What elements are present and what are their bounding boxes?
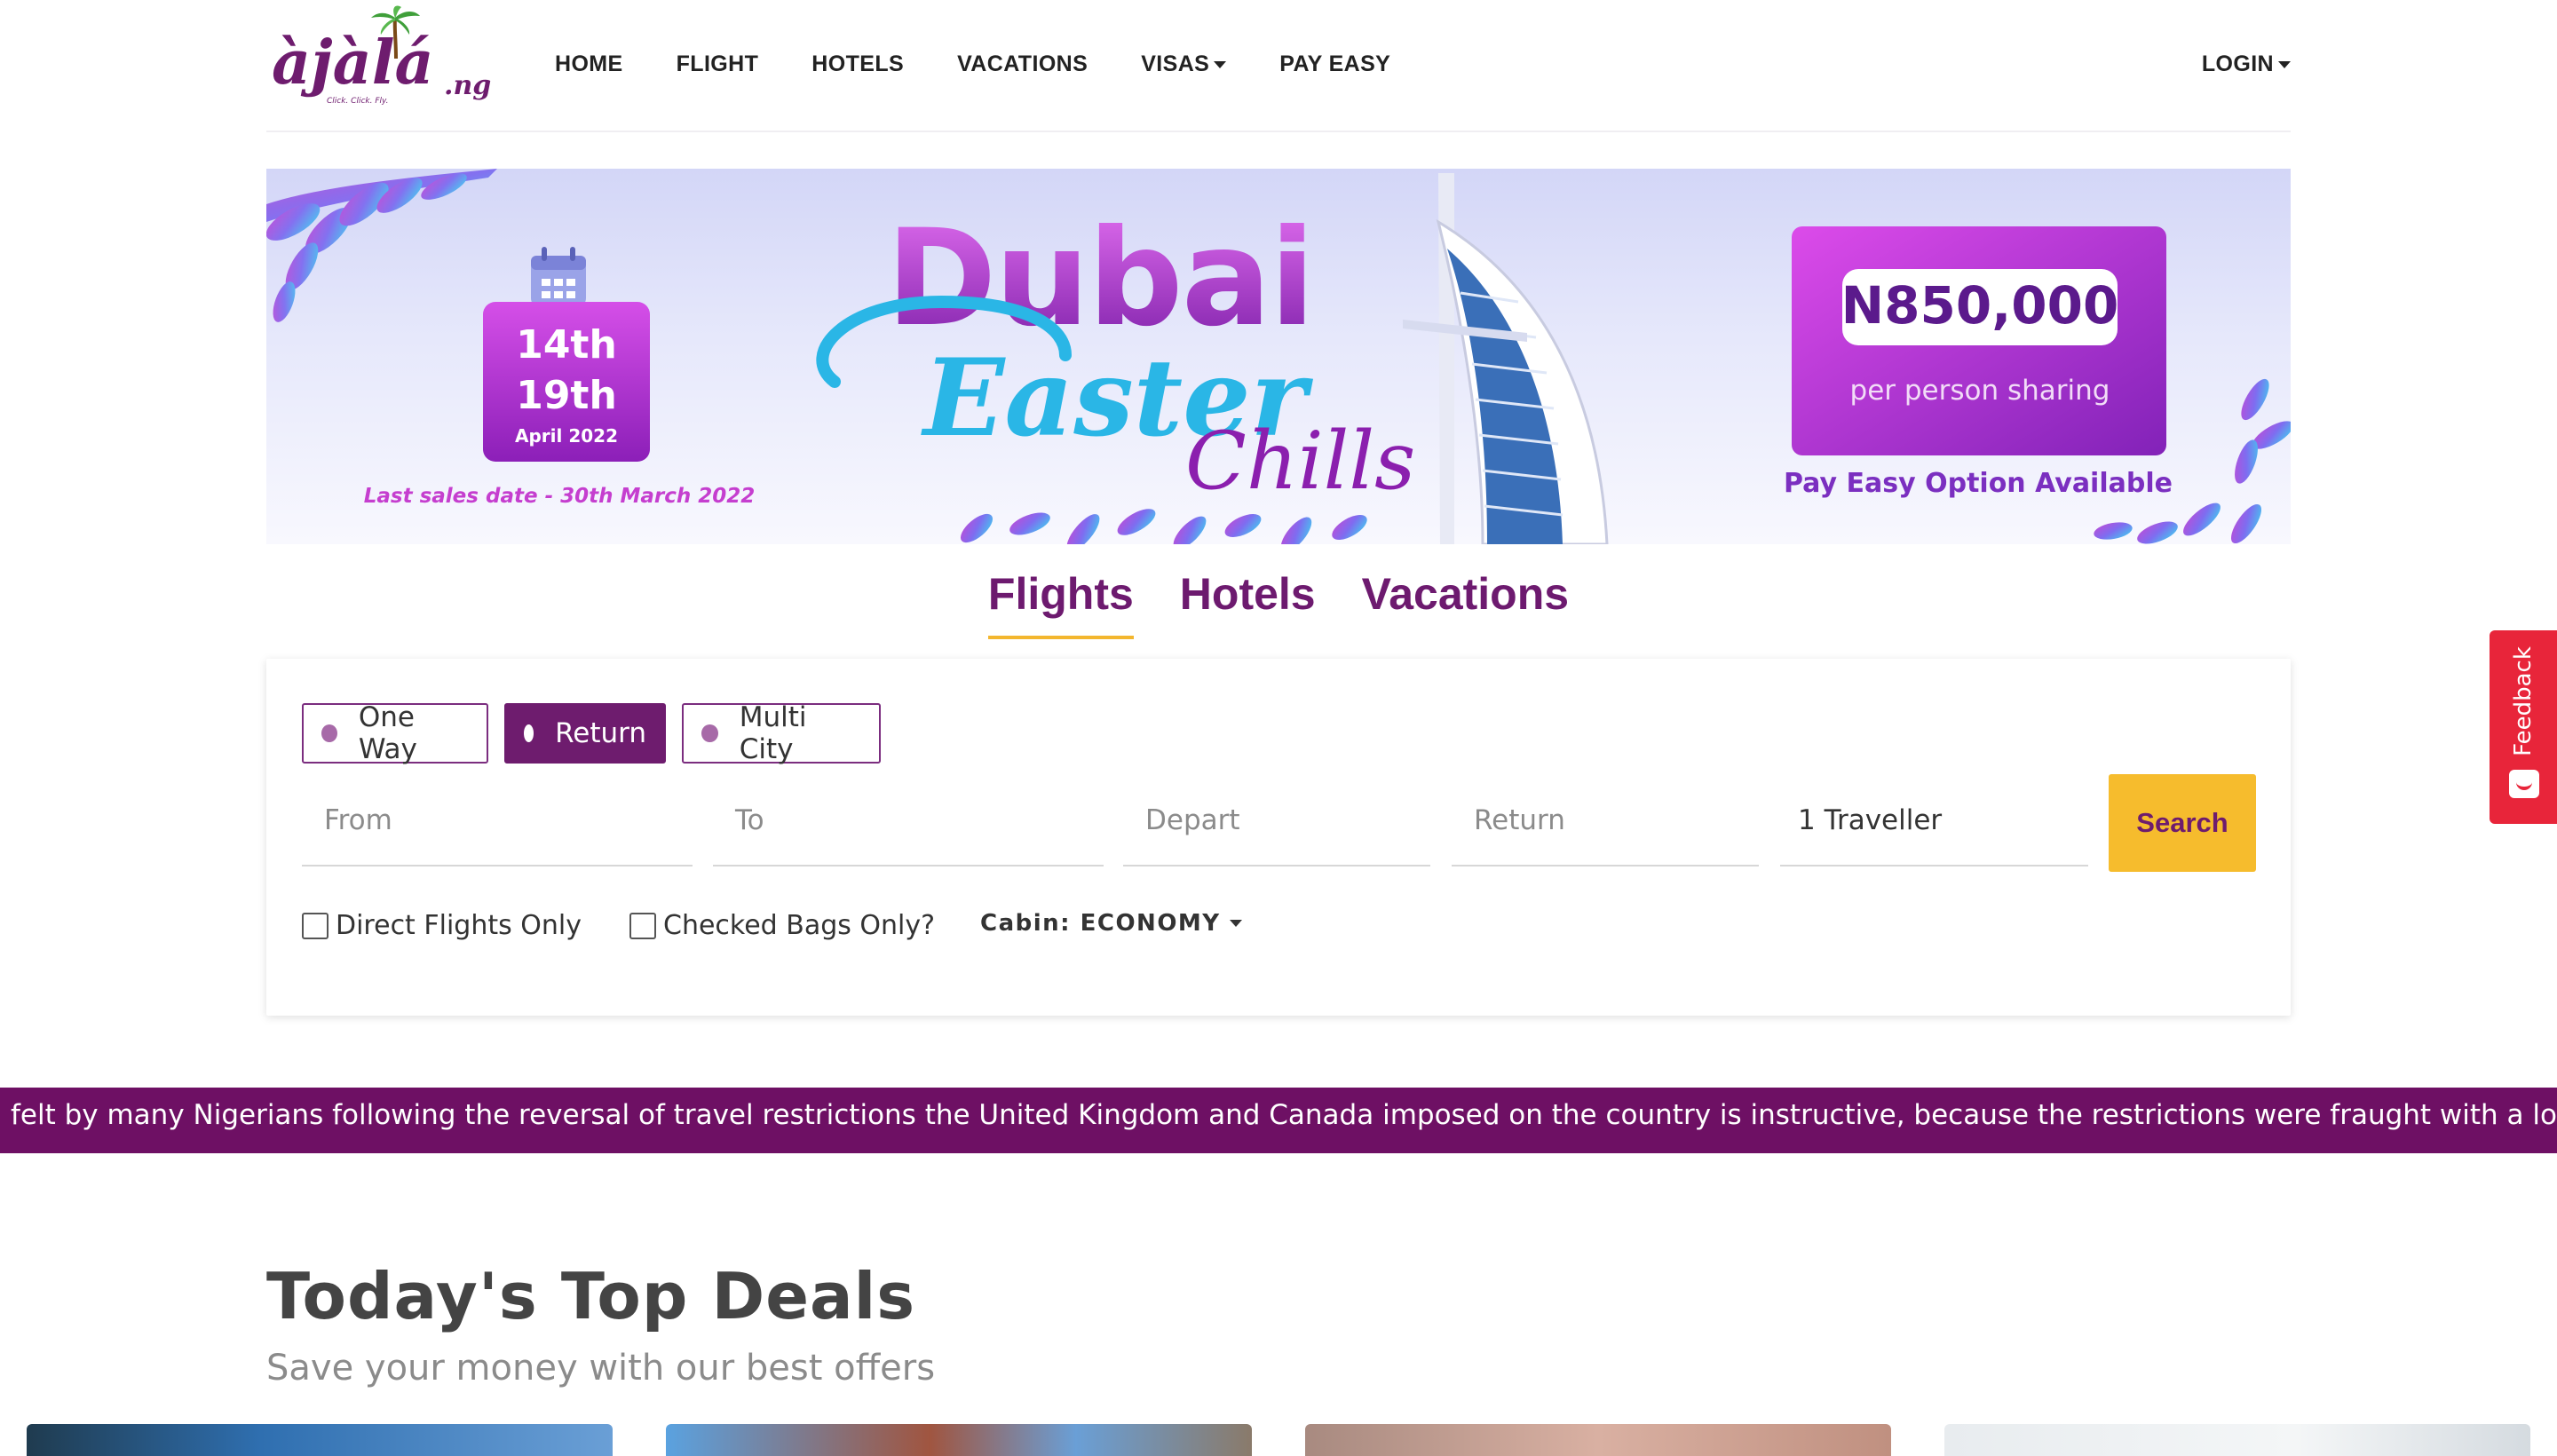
- depart-placeholder: Depart: [1145, 804, 1240, 836]
- banner-script-chills: Chills: [1185, 415, 1415, 508]
- burj-al-arab-illustration: [1403, 173, 1609, 544]
- login-label: LOGIN: [2201, 51, 2274, 76]
- smiley-icon: [2509, 770, 2539, 798]
- site-header: àjàlá .ng Click. Click. Fly. HOME FLIGHT…: [0, 0, 2557, 133]
- product-tabs: Flights Hotels Vacations: [0, 568, 2557, 639]
- calendar-icon: [531, 247, 586, 307]
- return-date-input[interactable]: Return: [1452, 776, 1759, 866]
- travellers-value: 1 Traveller: [1798, 804, 1943, 836]
- tab-flights[interactable]: Flights: [987, 568, 1134, 639]
- nav-label: HOTELS: [811, 51, 905, 76]
- nav-item-visas[interactable]: VISAS: [1141, 51, 1227, 77]
- banner-headline: Dubai: [886, 202, 1313, 356]
- nav-item-hotels[interactable]: HOTELS: [811, 51, 904, 77]
- login-dropdown[interactable]: LOGIN: [2202, 51, 2291, 77]
- nav-item-home[interactable]: HOME: [555, 51, 623, 77]
- feedback-tab[interactable]: Feedback: [2490, 630, 2557, 824]
- deal-card-image[interactable]: [27, 1424, 613, 1456]
- caret-down-icon: [2278, 60, 2291, 68]
- logo-suffix: .ng: [444, 70, 491, 101]
- travellers-input[interactable]: 1 Traveller: [1780, 776, 2088, 866]
- banner-artwork: 14th 19th April 2022 Last sales date - 3…: [266, 169, 2291, 544]
- flight-search-card: One Way Return Multi City From To Depart…: [266, 659, 2291, 1016]
- deal-card-image[interactable]: [1305, 1424, 1891, 1456]
- main-nav: HOME FLIGHT HOTELS VACATIONS VISAS PAY E…: [555, 51, 1444, 77]
- dates-line1: 14th: [516, 322, 617, 368]
- checked-bags-checkbox[interactable]: Checked Bags Only?: [629, 910, 935, 941]
- nav-label: HOME: [555, 51, 623, 76]
- nav-label: VACATIONS: [957, 51, 1089, 76]
- flowers-decoration-bottom: [960, 509, 1367, 544]
- deals-subheading: Save your money with our best offers: [266, 1348, 936, 1389]
- checkbox-icon: [302, 912, 329, 939]
- cabin-class-dropdown[interactable]: Cabin: ECONOMY: [980, 910, 1242, 937]
- dates-month: April 2022: [515, 425, 618, 447]
- logo-tagline: Click. Click. Fly.: [327, 97, 389, 106]
- caret-down-icon: [1214, 60, 1227, 68]
- radio-dot-icon: [524, 724, 534, 742]
- nav-item-vacations[interactable]: VACATIONS: [957, 51, 1088, 77]
- trip-type-label: Multi City: [739, 701, 807, 765]
- dates-line2: 19th: [516, 373, 617, 418]
- from-placeholder: From: [324, 804, 392, 836]
- checked-bags-label: Checked Bags Only?: [663, 910, 936, 941]
- depart-date-input[interactable]: Depart: [1123, 776, 1430, 866]
- return-placeholder: Return: [1474, 804, 1565, 836]
- news-ticker[interactable]: felt by many Nigerians following the rev…: [0, 1088, 2557, 1153]
- radio-dot-icon: [321, 724, 337, 742]
- ajala-logo[interactable]: àjàlá .ng Click. Click. Fly.: [266, 5, 497, 112]
- promo-banner-dubai[interactable]: 14th 19th April 2022 Last sales date - 3…: [266, 169, 2291, 544]
- banner-pay-easy: Pay Easy Option Available: [1784, 468, 2173, 499]
- search-button[interactable]: Search: [2109, 774, 2256, 872]
- cabin-label: Cabin: ECONOMY: [980, 910, 1221, 937]
- nav-label: FLIGHT: [676, 51, 759, 76]
- tab-hotels[interactable]: Hotels: [1180, 568, 1316, 639]
- nav-item-pay-easy[interactable]: PAY EASY: [1279, 51, 1390, 77]
- trip-type-one-way[interactable]: One Way: [302, 701, 488, 765]
- deal-card-image[interactable]: [666, 1424, 1252, 1456]
- trip-type-label: Return: [555, 717, 646, 749]
- to-placeholder: To: [735, 804, 764, 836]
- header-divider: [266, 131, 2291, 132]
- radio-dot-icon: [701, 724, 718, 742]
- leaves-decoration-left: [266, 169, 497, 322]
- direct-flights-checkbox[interactable]: Direct Flights Only: [302, 910, 582, 941]
- banner-price-note: per person sharing: [1850, 375, 2110, 407]
- logo-wordmark: àjàlá: [272, 28, 434, 99]
- trip-type-return[interactable]: Return: [504, 703, 666, 764]
- nav-label: VISAS: [1141, 51, 1210, 76]
- deal-card-image[interactable]: [1944, 1424, 2530, 1456]
- to-input[interactable]: To: [713, 776, 1104, 866]
- nav-label: PAY EASY: [1279, 51, 1391, 76]
- from-input[interactable]: From: [302, 776, 693, 866]
- nav-item-flight[interactable]: FLIGHT: [677, 51, 759, 77]
- deals-heading: Today's Top Deals: [266, 1259, 916, 1333]
- tab-vacations[interactable]: Vacations: [1362, 568, 1569, 639]
- feedback-label: Feedback: [2510, 646, 2537, 756]
- checkbox-icon: [629, 912, 656, 939]
- trip-type-label: One Way: [358, 701, 417, 765]
- trip-type-multi-city[interactable]: Multi City: [682, 701, 881, 765]
- caret-down-icon: [1229, 920, 1242, 927]
- banner-price: N850,000: [1841, 275, 2119, 336]
- direct-flights-label: Direct Flights Only: [336, 910, 582, 941]
- ticker-text: felt by many Nigerians following the rev…: [11, 1099, 2557, 1131]
- last-sales-date: Last sales date - 30th March 2022: [364, 485, 756, 508]
